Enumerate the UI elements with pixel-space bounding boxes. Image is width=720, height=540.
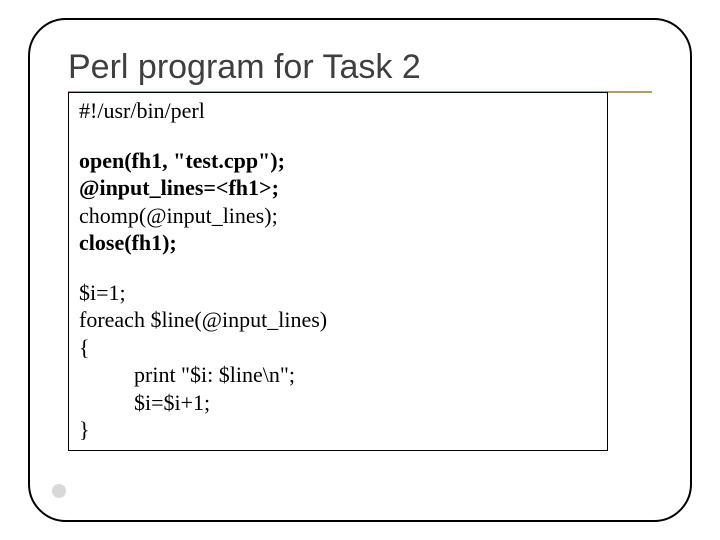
slide-frame: Perl program for Task 2 #!/usr/bin/perl … [28,18,692,522]
slide-title: Perl program for Task 2 [68,48,652,87]
code-line: $i=1; [79,279,597,307]
slide: Perl program for Task 2 #!/usr/bin/perl … [0,0,720,540]
code-line: close(fh1); [79,229,597,257]
code-line: } [79,416,597,444]
code-line: $i=$i+1; [79,389,597,417]
blank-line [79,125,597,147]
code-line: chomp(@input_lines); [79,202,597,230]
code-line: foreach $line(@input_lines) [79,306,597,334]
blank-line [79,257,597,279]
code-line: #!/usr/bin/perl [79,97,597,125]
code-line: @input_lines=<fh1>; [79,174,597,202]
code-line: { [79,334,597,362]
code-line: open(fh1, "test.cpp"); [79,147,597,175]
code-line: print "$i: $line\n"; [79,361,597,389]
code-box: #!/usr/bin/perl open(fh1, "test.cpp"); @… [68,92,608,451]
decorative-dot-icon [52,484,66,498]
